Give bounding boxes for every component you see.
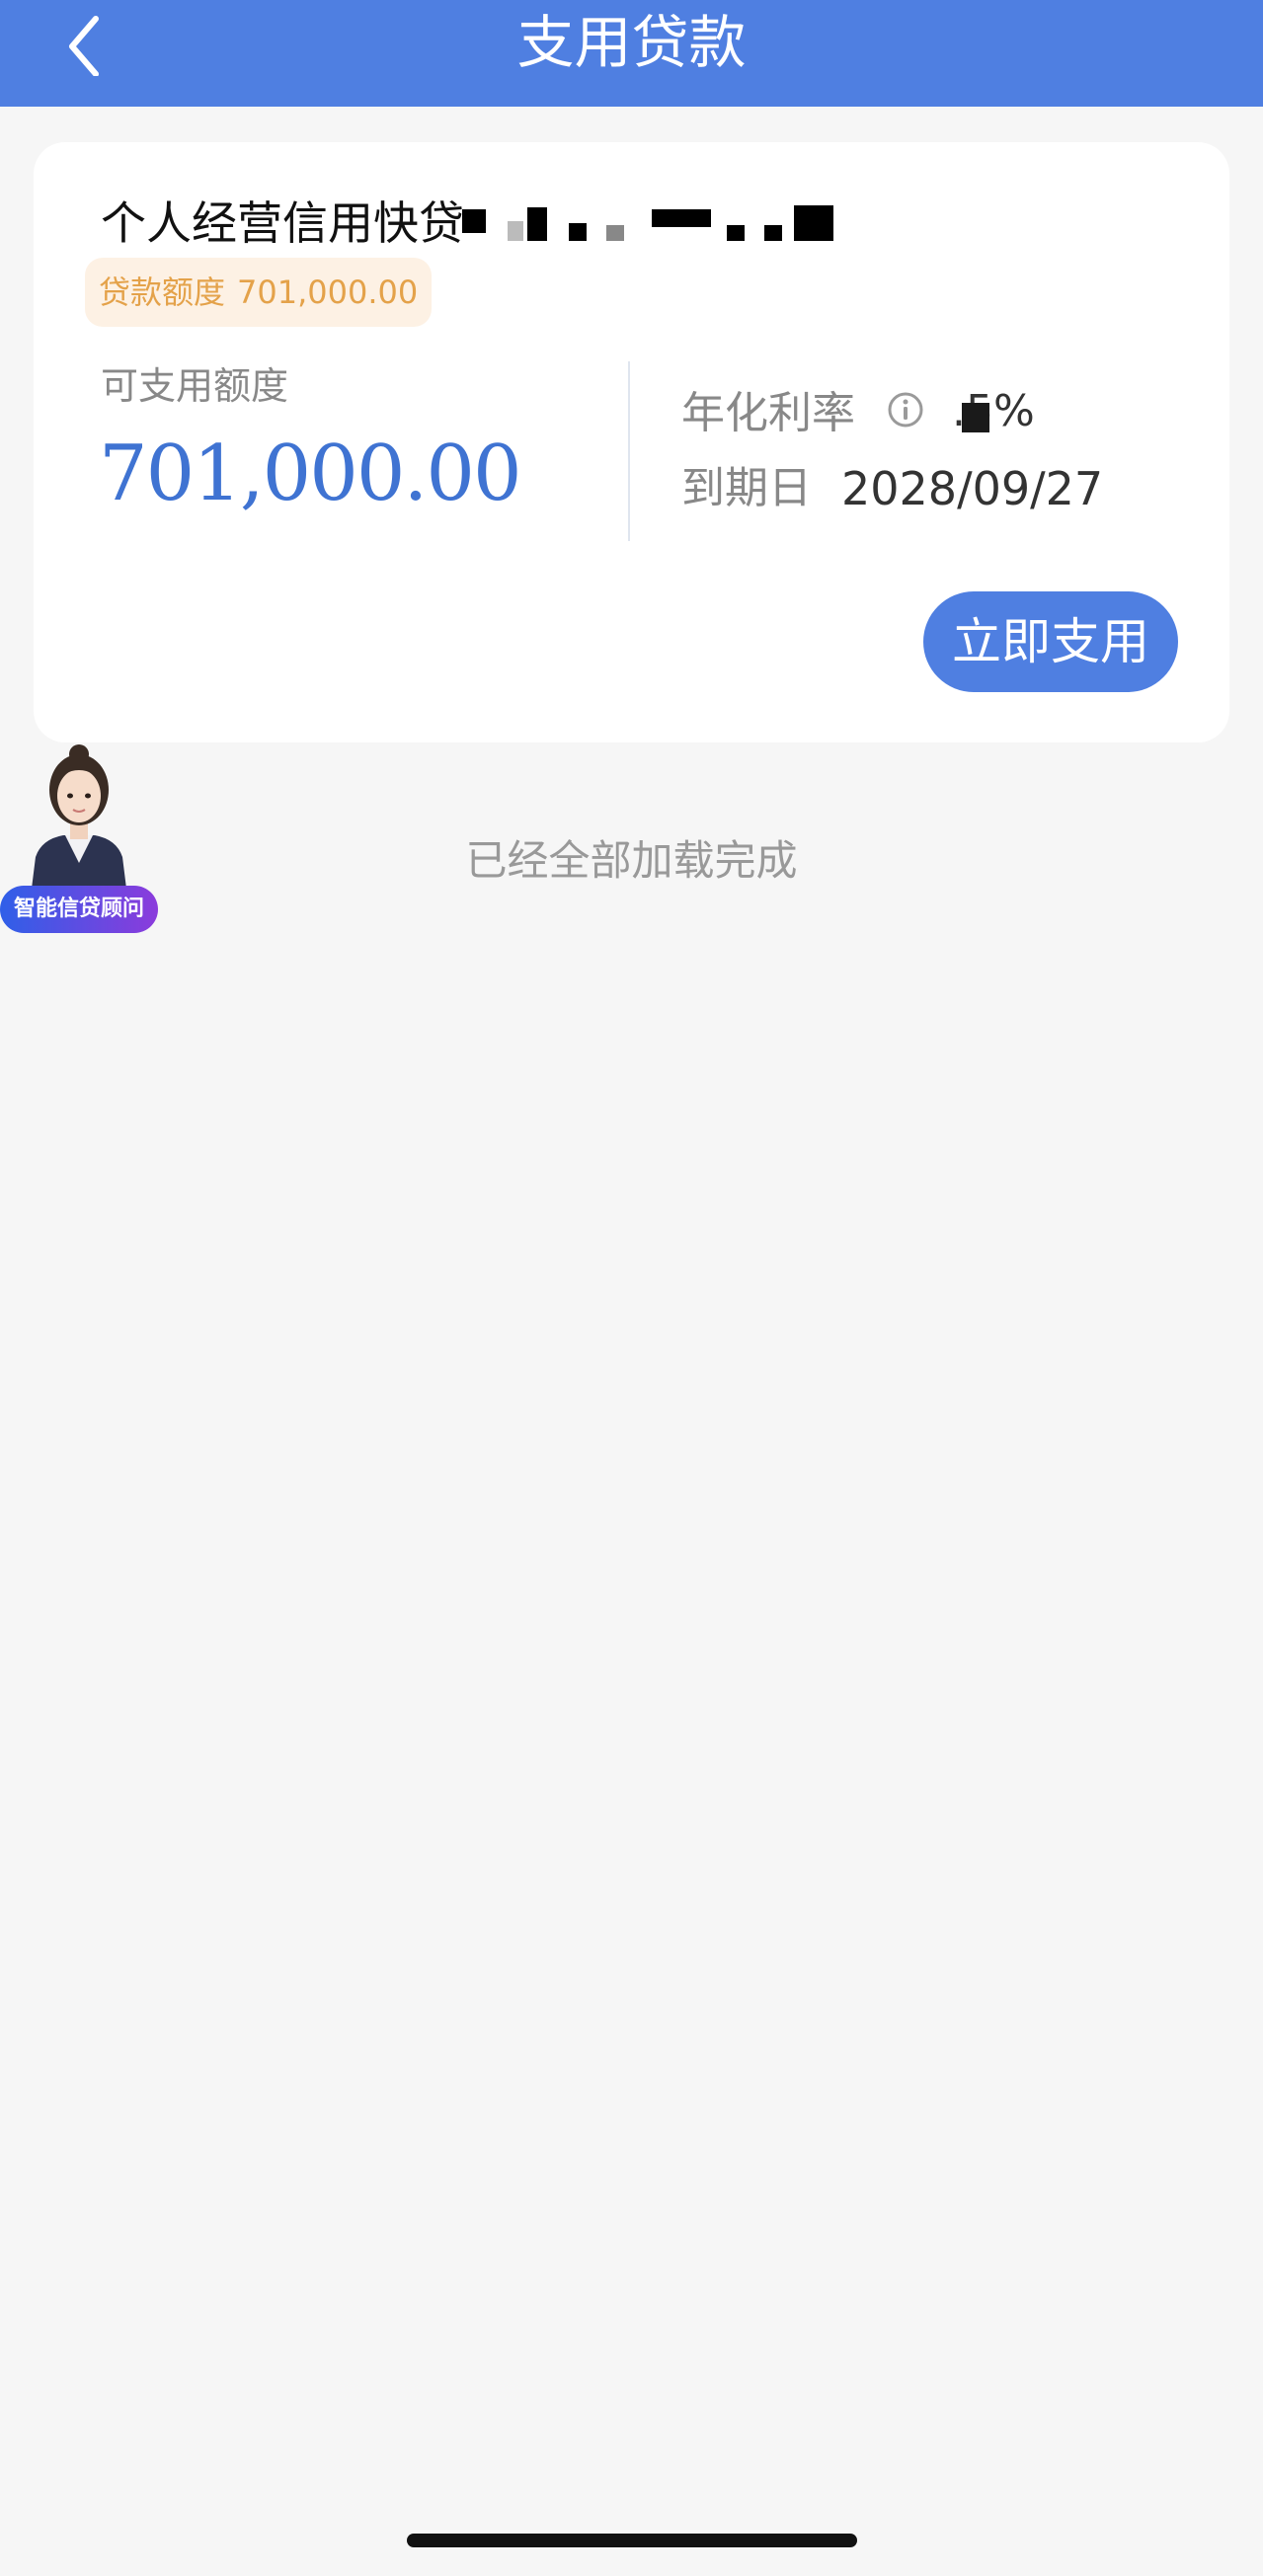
quota-value: 701,000.00 [237,273,419,311]
available-amount: 701,000.00 [99,429,522,518]
advisor-avatar [32,744,126,889]
page-title: 支用贷款 [516,9,747,76]
advisor-label: 智能信贷顾问 [0,886,158,933]
product-name: 个人经营信用快贷 [101,196,464,250]
loan-quota-badge: 贷款额度 701,000.00 [85,258,433,327]
available-amount-label: 可支用额度 [101,364,289,408]
due-date-value: 2028/09/27 [841,462,1104,515]
redaction-mask [458,203,893,253]
loan-card[interactable]: 个人经营信用快贷 贷款额度 701,000.00 可支用额度 701,000.00… [34,142,1229,742]
vertical-divider [628,361,630,541]
nav-bar: 支用贷款 [0,0,1263,107]
smart-credit-advisor[interactable]: 智能信贷顾问 [0,741,162,938]
quota-label: 贷款额度 [99,273,226,311]
load-complete-text: 已经全部加载完成 [465,836,798,885]
home-indicator[interactable] [407,2534,857,2547]
rate-redaction-mask [962,403,989,432]
annual-rate-label: 年化利率 [681,388,855,438]
use-now-button[interactable]: 立即支用 [923,591,1178,692]
info-icon[interactable] [887,391,924,429]
due-date-label: 到期日 [681,463,812,513]
